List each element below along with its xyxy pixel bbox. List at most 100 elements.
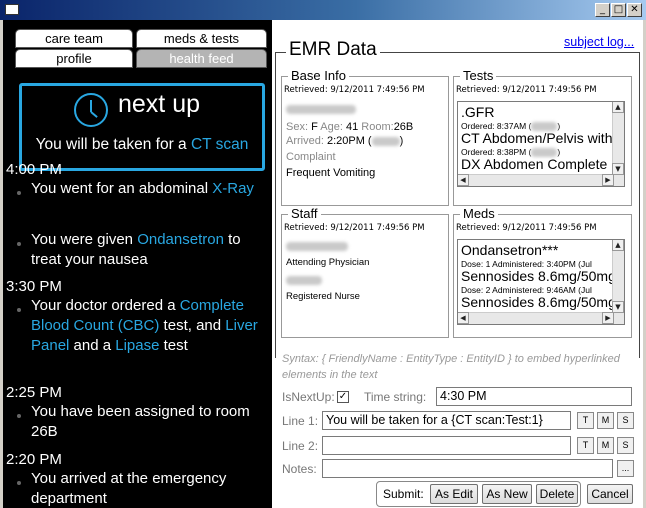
tab-meds-tests[interactable]: meds & tests [136, 29, 267, 48]
staff-name-redacted [286, 241, 348, 252]
notes-input[interactable] [322, 459, 613, 478]
emr-frame-right [639, 52, 640, 358]
next-up-card[interactable]: next up You will be taken for a CT scan [19, 83, 265, 171]
base-info-group: Base Info Retrieved: 9/12/2011 7:49:56 P… [281, 68, 449, 206]
room-value: 26B [393, 121, 414, 133]
delete-button[interactable]: Delete [536, 484, 578, 504]
med-name[interactable]: Sennosides 8.6mg/50mg [461, 294, 616, 310]
cancel-button[interactable]: Cancel [587, 484, 633, 504]
demographics: Sex: F Age: 41 Room:26B [286, 121, 414, 133]
feed-item: You arrived at the emergency department [17, 469, 267, 508]
tab-health-feed[interactable]: health feed [136, 49, 267, 68]
next-up-title: next up [118, 90, 201, 118]
emr-frame-left [275, 52, 276, 358]
line2-test-button[interactable]: T [577, 437, 594, 454]
feed-text: You were given [31, 231, 138, 248]
staff-retrieved: Retrieved: 9/12/2011 7:49:56 PM [284, 223, 425, 233]
minimize-button[interactable]: _ [595, 3, 610, 17]
feed-text: You have been assigned to room 26B [31, 403, 250, 440]
meds-listbox[interactable]: Ondansetron*** Dose: 1 Administered: 3:4… [457, 239, 625, 325]
tests-hscrollbar[interactable]: ◀ ▶ [458, 174, 614, 186]
feed-text: and a [69, 337, 116, 354]
test-name[interactable]: CT Abdomen/Pelvis with [461, 130, 612, 146]
scroll-up-icon[interactable]: ▲ [612, 240, 624, 251]
feed-item: You have been assigned to room 26B [17, 402, 267, 442]
staff-group: Staff Retrieved: 9/12/2011 7:49:56 PM At… [281, 206, 449, 338]
feed-time: 2:25 PM [6, 384, 62, 401]
age-value: 41 [345, 121, 359, 133]
feed-link[interactable]: X-Ray [212, 180, 254, 197]
tests-group: Tests Retrieved: 9/12/2011 7:49:56 PM .G… [453, 68, 632, 206]
med-name[interactable]: Sennosides 8.6mg/50mg [461, 268, 616, 284]
feed-time: 3:30 PM [6, 278, 62, 295]
feed-link[interactable]: Lipase [115, 337, 159, 354]
submit-as-edit-button[interactable]: As Edit [430, 484, 478, 504]
time-string-input[interactable]: 4:30 PM [436, 387, 632, 406]
feed-time: 4:00 PM [6, 161, 62, 178]
emr-panel: EMR Data subject log... Base Info Retrie… [272, 20, 646, 508]
staff-role: Attending Physician [286, 257, 370, 268]
base-info-title: Base Info [288, 68, 349, 83]
emr-title: EMR Data [286, 39, 380, 61]
feed-link[interactable]: Ondansetron [137, 231, 224, 248]
meds-retrieved: Retrieved: 9/12/2011 7:49:56 PM [456, 223, 597, 233]
submit-label: Submit: [383, 487, 424, 501]
tab-profile[interactable]: profile [15, 49, 133, 68]
tests-title: Tests [460, 68, 497, 83]
feed-item: You went for an abdominal X-Ray [17, 179, 267, 199]
line1-label: Line 1: [282, 414, 319, 428]
tests-listbox[interactable]: .GFR Ordered: 8:37AM () CT Abdomen/Pelvi… [457, 101, 625, 187]
line2-med-button[interactable]: M [597, 437, 614, 454]
feed-text: test, and [159, 317, 226, 334]
tab-care-team[interactable]: care team [15, 29, 133, 48]
is-next-up-checkbox[interactable]: ✓ [337, 391, 349, 403]
scroll-right-icon[interactable]: ▶ [602, 312, 614, 324]
patient-name-redacted [286, 104, 356, 115]
bullet-icon [17, 414, 21, 418]
subject-log-link[interactable]: subject log... [562, 35, 637, 49]
scroll-left-icon[interactable]: ◀ [458, 174, 469, 186]
patient-panel: care team meds & tests profile health fe… [0, 20, 272, 508]
test-name[interactable]: DX Abdomen Complete [461, 156, 607, 172]
scroll-right-icon[interactable]: ▶ [602, 174, 614, 186]
scroll-left-icon[interactable]: ◀ [458, 312, 469, 324]
is-next-up-label: IsNextUp: [282, 390, 335, 404]
feed-item: Your doctor ordered a Complete Blood Cou… [17, 296, 267, 356]
meds-group: Meds Retrieved: 9/12/2011 7:49:56 PM Ond… [453, 206, 632, 338]
notes-browse-button[interactable]: ... [617, 460, 634, 477]
arrived-row: Arrived: 2:20PM () [286, 135, 404, 147]
feed-time: 2:20 PM [6, 451, 62, 468]
line1-input[interactable]: You will be taken for a {CT scan:Test:1} [322, 411, 571, 430]
line1-test-button[interactable]: T [577, 412, 594, 429]
scroll-up-icon[interactable]: ▲ [612, 102, 624, 113]
staff-role: Registered Nurse [286, 291, 360, 302]
arrived-value: 2:20PM ( [326, 135, 372, 147]
line1-staff-button[interactable]: S [617, 412, 634, 429]
bullet-icon [17, 481, 21, 485]
app-icon [5, 4, 19, 15]
sex-value: F [311, 121, 318, 133]
bullet-icon [17, 242, 21, 246]
staff-title: Staff [288, 206, 321, 221]
feed-text: test [159, 337, 188, 354]
test-name[interactable]: .GFR [461, 104, 494, 120]
submit-as-new-button[interactable]: As New [482, 484, 532, 504]
window-title-bar[interactable]: _ □ ✕ [0, 0, 646, 20]
base-info-retrieved: Retrieved: 9/12/2011 7:49:56 PM [284, 85, 425, 95]
tests-retrieved: Retrieved: 9/12/2011 7:49:56 PM [456, 85, 597, 95]
feed-item: You were given Ondansetron to treat your… [17, 230, 267, 270]
next-up-link[interactable]: CT scan [191, 136, 248, 153]
line2-input[interactable] [322, 436, 571, 455]
close-button[interactable]: ✕ [627, 3, 642, 17]
line2-label: Line 2: [282, 439, 319, 453]
line2-staff-button[interactable]: S [617, 437, 634, 454]
meds-hscrollbar[interactable]: ◀ ▶ [458, 312, 614, 324]
feed-text: You went for an abdominal [31, 180, 213, 197]
maximize-button[interactable]: □ [611, 3, 626, 17]
feed-text: You arrived at the emergency department [31, 470, 227, 507]
line1-med-button[interactable]: M [597, 412, 614, 429]
med-name[interactable]: Ondansetron*** [461, 242, 558, 258]
clock-icon [74, 93, 108, 127]
meds-title: Meds [460, 206, 498, 221]
syntax-hint: Syntax: { FriendlyName : EntityType : En… [282, 353, 620, 381]
